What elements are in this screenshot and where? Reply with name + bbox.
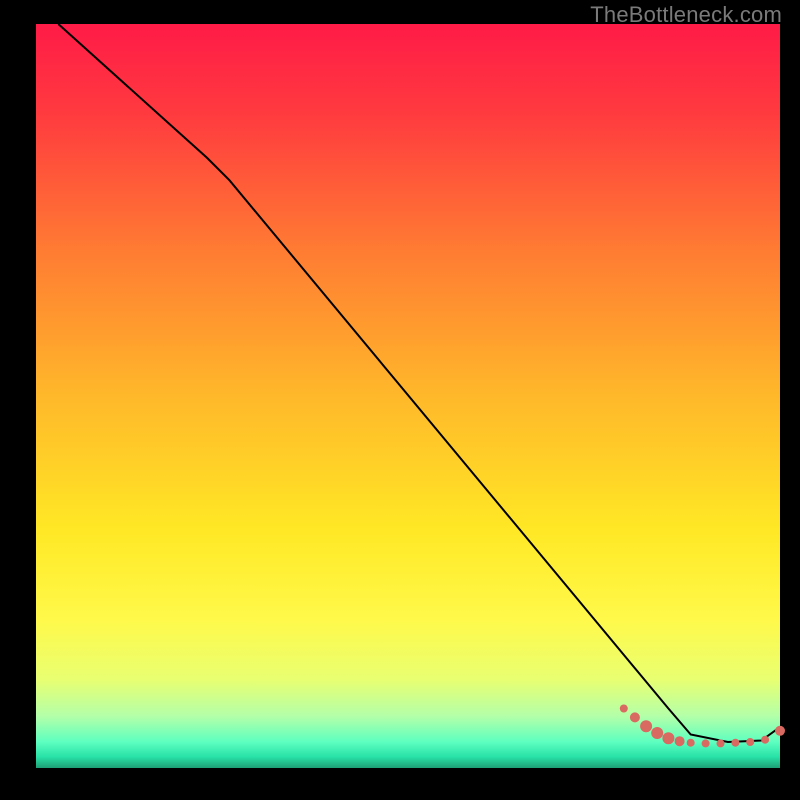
scatter-point (775, 726, 785, 736)
scatter-point (687, 739, 695, 747)
scatter-point (761, 736, 769, 744)
scatter-point (702, 739, 710, 747)
scatter-point (651, 727, 663, 739)
scatter-point (640, 720, 652, 732)
scatter-point (630, 712, 640, 722)
scatter-point (662, 732, 674, 744)
scatter-point (620, 705, 628, 713)
scatter-point (746, 738, 754, 746)
scatter-point (717, 739, 725, 747)
bottleneck-chart (0, 0, 800, 800)
scatter-point (675, 736, 685, 746)
scatter-point (731, 739, 739, 747)
watermark-text: TheBottleneck.com (590, 2, 782, 28)
